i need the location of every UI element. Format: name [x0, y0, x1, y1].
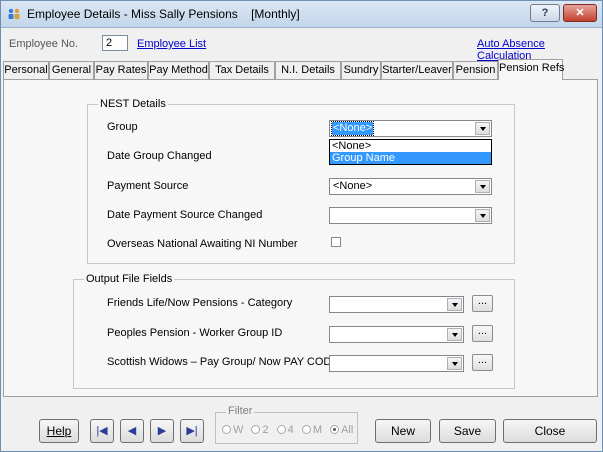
group-combo[interactable]: <None> [329, 120, 492, 137]
peoples-pension-combo[interactable] [329, 326, 464, 343]
close-window-button[interactable]: ✕ [563, 4, 597, 22]
chevron-down-icon[interactable] [447, 357, 462, 370]
peoples-pension-label: Peoples Pension - Worker Group ID [107, 327, 283, 339]
output-file-fields-title: Output File Fields [84, 273, 175, 285]
tab-ni-details[interactable]: N.I. Details [275, 61, 341, 79]
group-option-none[interactable]: <None> [330, 140, 491, 152]
employee-list-link[interactable]: Employee List [137, 38, 206, 50]
last-record-button[interactable]: ▶| [180, 419, 204, 443]
chevron-down-icon[interactable] [447, 328, 462, 341]
employee-number-label: Employee No. [9, 38, 79, 50]
radio-icon [222, 425, 231, 434]
new-button[interactable]: New [375, 419, 431, 443]
tab-starter-leaver[interactable]: Starter/Leaver [381, 61, 453, 79]
save-button[interactable]: Save [439, 419, 496, 443]
tab-sundry[interactable]: Sundry [341, 61, 381, 79]
overseas-national-label: Overseas National Awaiting NI Number [107, 238, 298, 250]
payment-source-combo[interactable]: <None> [329, 178, 492, 195]
radio-icon [251, 425, 261, 434]
employee-number-input[interactable]: 2 [102, 35, 128, 51]
filter-option-4[interactable]: 4 [276, 424, 294, 436]
date-group-changed-label: Date Group Changed [107, 150, 212, 162]
scottish-widows-combo[interactable] [329, 355, 464, 372]
filter-option-w[interactable]: W [222, 424, 243, 436]
peoples-pension-browse-button[interactable]: ... [472, 325, 493, 342]
app-icon [8, 8, 20, 19]
filter-option-all[interactable]: All [330, 424, 353, 436]
title-bar: Employee Details - Miss Sally Pensions [… [1, 1, 602, 28]
friends-life-browse-button[interactable]: ... [472, 295, 493, 312]
tab-tax-details[interactable]: Tax Details [209, 61, 275, 79]
filter-group: Filter W 2 4 M All [215, 405, 358, 444]
friends-life-label: Friends Life/Now Pensions - Category [107, 297, 293, 309]
date-payment-source-changed-label: Date Payment Source Changed [107, 209, 263, 221]
tab-pay-rates[interactable]: Pay Rates [94, 61, 148, 79]
next-record-button[interactable]: ▶ [150, 419, 174, 443]
tab-personal[interactable]: Personal [3, 61, 49, 79]
chevron-down-icon[interactable] [475, 122, 490, 135]
close-button[interactable]: Close [503, 419, 597, 443]
previous-record-button[interactable]: ◀ [120, 419, 144, 443]
chevron-down-icon[interactable] [475, 209, 490, 222]
filter-option-m[interactable]: M [301, 424, 322, 436]
radio-icon [276, 425, 286, 434]
chevron-down-icon[interactable] [475, 180, 490, 193]
scottish-widows-browse-button[interactable]: ... [472, 354, 493, 371]
nest-details-title: NEST Details [98, 98, 168, 110]
first-record-button[interactable]: |◀ [90, 419, 114, 443]
tab-general[interactable]: General [49, 61, 94, 79]
radio-checked-icon [330, 425, 340, 434]
employee-details-window: Employee Details - Miss Sally Pensions [… [0, 0, 603, 452]
tab-pay-method[interactable]: Pay Method [148, 61, 209, 79]
chevron-down-icon[interactable] [447, 298, 462, 311]
radio-icon [301, 425, 311, 434]
group-option-group-name[interactable]: Group Name [330, 152, 491, 164]
payment-source-value: <None> [333, 180, 373, 192]
window-title: Employee Details - Miss Sally Pensions [… [27, 7, 300, 21]
help-button[interactable]: Help [39, 419, 79, 443]
filter-option-2[interactable]: 2 [251, 424, 269, 436]
group-label: Group [107, 121, 138, 133]
payment-source-label: Payment Source [107, 180, 189, 192]
filter-title: Filter [226, 405, 255, 417]
overseas-national-checkbox[interactable] [331, 237, 341, 247]
help-title-button[interactable]: ? [530, 4, 560, 22]
date-payment-source-changed-combo[interactable] [329, 207, 492, 224]
filter-radio-group: W 2 4 M All [222, 424, 358, 436]
group-combo-value: <None> [330, 121, 375, 136]
tab-pension[interactable]: Pension [453, 61, 498, 79]
tab-pension-refs[interactable]: Pension Refs [498, 59, 564, 80]
friends-life-combo[interactable] [329, 296, 464, 313]
group-dropdown-list: <None> Group Name [329, 139, 492, 165]
scottish-widows-label: Scottish Widows – Pay Group/ Now PAY COD… [107, 356, 339, 368]
